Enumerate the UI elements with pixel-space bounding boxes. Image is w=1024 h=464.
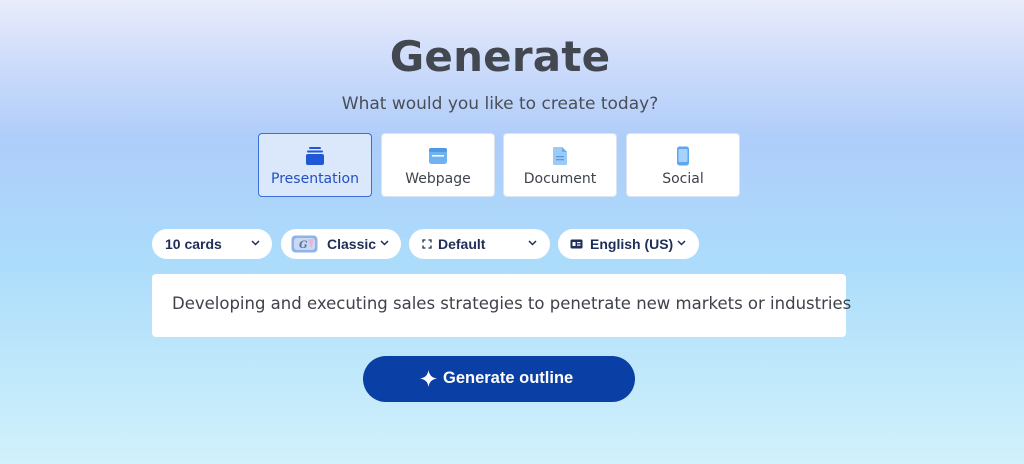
svg-text:G: G <box>299 240 308 251</box>
chevron-down-icon <box>528 240 537 246</box>
prompt-input[interactable]: Developing and executing sales strategie… <box>152 274 851 337</box>
language-value: English (US) <box>590 236 674 252</box>
theme-select[interactable]: G Classic <box>281 229 401 259</box>
cards-count-select[interactable]: 10 cards <box>152 229 272 259</box>
social-icon <box>677 146 689 166</box>
type-card-webpage[interactable]: Webpage <box>381 133 495 197</box>
theme-thumbnail-icon: G <box>291 235 318 253</box>
generate-outline-button[interactable]: Generate outline <box>363 356 635 402</box>
generate-outline-label: Generate outline <box>443 369 574 387</box>
presentation-icon <box>306 147 324 165</box>
cards-count-value: 10 cards <box>165 236 222 252</box>
fullscreen-icon <box>422 239 432 249</box>
page-title: Generate <box>389 32 611 81</box>
layout-select[interactable]: Default <box>409 229 550 259</box>
chevron-down-icon <box>251 240 260 246</box>
prompt-text[interactable]: Developing and executing sales strategie… <box>172 294 851 313</box>
chevron-down-icon <box>677 240 686 246</box>
webpage-icon <box>429 148 447 164</box>
theme-value: Classic <box>327 236 377 252</box>
type-card-label: Presentation <box>271 171 359 187</box>
type-card-label: Webpage <box>405 171 471 187</box>
language-select[interactable]: English (US) <box>558 229 699 259</box>
document-icon <box>553 147 567 165</box>
language-icon <box>570 239 583 249</box>
type-card-label: Social <box>662 171 704 187</box>
type-card-document[interactable]: Document <box>503 133 617 197</box>
sparkle-icon <box>420 370 437 387</box>
chevron-down-icon <box>380 240 389 246</box>
type-card-label: Document <box>523 171 597 187</box>
type-card-social[interactable]: Social <box>626 133 740 197</box>
type-card-presentation[interactable]: Presentation <box>258 133 372 197</box>
page-subtitle: What would you like to create today? <box>341 94 659 114</box>
layout-value: Default <box>438 236 486 252</box>
